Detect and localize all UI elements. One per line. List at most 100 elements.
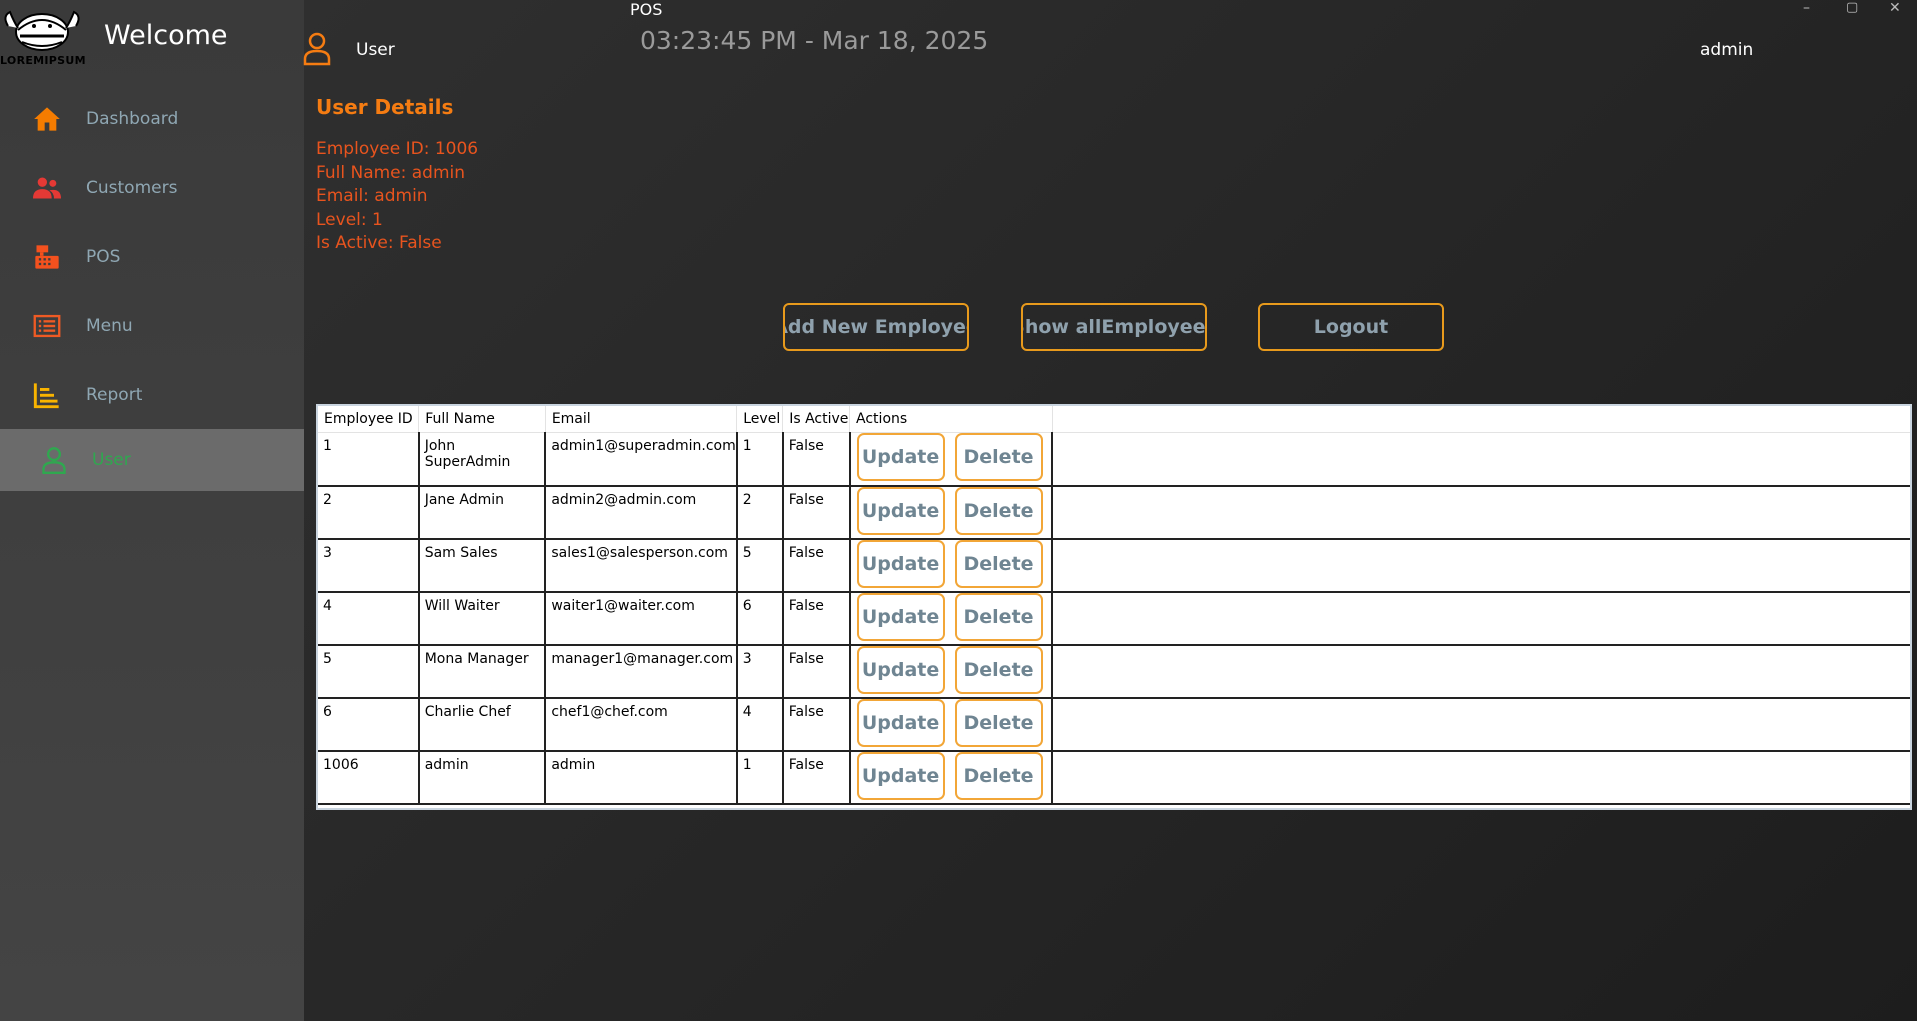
cell-actions: Update Delete — [849, 591, 1054, 646]
update-button[interactable]: Update — [856, 539, 945, 588]
detail-email: Email: admin — [316, 186, 428, 206]
cell-filler — [1052, 538, 1910, 593]
delete-button[interactable]: Delete — [954, 592, 1043, 641]
table-row[interactable]: 1006 admin admin 1 False Update Delete — [318, 750, 1910, 805]
table-row[interactable]: 3 Sam Sales sales1@salesperson.com 5 False Up… — [318, 538, 1910, 593]
cell-actions: Update Delete — [849, 750, 1054, 805]
delete-button[interactable]: Delete — [954, 698, 1043, 747]
table-row[interactable]: 4 Will Waiter waiter1@waiter.com 6 False Upda… — [318, 591, 1910, 646]
cell-level: 6 — [736, 591, 784, 646]
update-button[interactable]: Update — [856, 751, 945, 800]
detail-is-active: Is Active: False — [316, 233, 442, 253]
cell-employee-id: 1006 — [318, 750, 420, 805]
sidebar-item-menu[interactable]: Menu — [0, 291, 304, 360]
cell-actions: Update Delete — [849, 538, 1054, 593]
current-user-label: admin — [1700, 40, 1754, 60]
cash-register-icon — [35, 244, 59, 269]
list-icon — [33, 314, 61, 337]
detail-employee-id: Employee ID: 1006 — [316, 139, 479, 159]
sidebar-item-report[interactable]: Report — [0, 360, 304, 429]
delete-button[interactable]: Delete — [954, 751, 1043, 800]
clock-display: 03:23:45 PM - Mar 18, 2025 — [640, 26, 989, 55]
update-button[interactable]: Update — [856, 592, 945, 641]
cell-employee-id: 3 — [318, 538, 420, 593]
cell-email: admin1@superadmin.com — [545, 432, 738, 487]
logout-button[interactable]: Logout — [1258, 303, 1444, 351]
cell-full-name: admin — [418, 750, 547, 805]
cell-is-active: False — [782, 697, 851, 752]
update-button[interactable]: Update — [856, 698, 945, 747]
cell-filler — [1052, 697, 1910, 752]
cell-employee-id: 1 — [318, 432, 420, 487]
cell-employee-id: 6 — [318, 697, 420, 752]
update-button[interactable]: Update — [856, 645, 945, 694]
cell-level: 1 — [736, 750, 784, 805]
cell-full-name: John SuperAdmin — [418, 432, 547, 487]
cell-level: 2 — [736, 485, 784, 540]
show-all-employees-button[interactable]: Show allEmployees — [1021, 303, 1207, 351]
cell-employee-id: 4 — [318, 591, 420, 646]
close-button[interactable]: ✕ — [1889, 0, 1901, 16]
user-details: Employee ID: 1006 Full Name: admin Email… — [316, 138, 478, 256]
table-row[interactable]: 6 Charlie Chef chef1@chef.com 4 False Update D… — [318, 697, 1910, 752]
detail-level: Level: 1 — [316, 209, 383, 230]
maximize-button[interactable]: ▢ — [1846, 0, 1858, 15]
cell-is-active: False — [782, 644, 851, 699]
delete-button[interactable]: Delete — [954, 486, 1043, 535]
cell-full-name: Charlie Chef — [418, 697, 547, 752]
employees-table: Employee ID Full Name Email Level Is Act… — [316, 404, 1912, 810]
cell-is-active: False — [782, 538, 851, 593]
window-title: POS — [630, 0, 663, 19]
add-employee-button[interactable]: Add New Employee — [783, 303, 969, 351]
sidebar-item-label: Dashboard — [86, 108, 179, 129]
sidebar-nav: Dashboard Customers POS Menu Report User — [0, 84, 304, 491]
cell-full-name: Sam Sales — [418, 538, 547, 593]
table-row[interactable]: 5 Mona Manager manager1@manager.com 3 False U… — [318, 644, 1910, 699]
cell-employee-id: 5 — [318, 644, 420, 699]
sidebar-item-label: Report — [86, 384, 143, 405]
cell-actions: Update Delete — [849, 485, 1054, 540]
column-header-employee-id[interactable]: Employee ID — [318, 406, 420, 433]
cell-level: 4 — [736, 697, 784, 752]
cell-level: 1 — [736, 432, 784, 487]
chart-icon — [33, 382, 59, 408]
cell-actions: Update Delete — [849, 644, 1054, 699]
cell-is-active: False — [782, 591, 851, 646]
sidebar-item-dashboard[interactable]: Dashboard — [0, 84, 304, 153]
cell-email: sales1@salesperson.com — [545, 538, 738, 593]
cell-email: manager1@manager.com — [545, 644, 738, 699]
cell-filler — [1052, 644, 1910, 699]
column-header-actions[interactable]: Actions — [849, 406, 1053, 433]
cell-filler — [1052, 432, 1910, 487]
minimize-button[interactable]: – — [1803, 0, 1810, 16]
table-header-row: Employee ID Full Name Email Level Is Act… — [318, 406, 1910, 433]
cell-filler — [1052, 591, 1910, 646]
cell-filler — [1052, 750, 1910, 805]
cell-is-active: False — [782, 432, 851, 487]
sidebar-item-pos[interactable]: POS — [0, 222, 304, 291]
delete-button[interactable]: Delete — [954, 645, 1043, 694]
column-header-email[interactable]: Email — [545, 406, 738, 433]
column-header-is-active[interactable]: Is Active — [782, 406, 851, 433]
cell-is-active: False — [782, 485, 851, 540]
sidebar-item-customers[interactable]: Customers — [0, 153, 304, 222]
cell-filler — [1052, 485, 1910, 540]
update-button[interactable]: Update — [856, 433, 945, 481]
column-header-full-name[interactable]: Full Name — [418, 406, 546, 433]
sidebar-item-user[interactable]: User — [0, 429, 304, 491]
cell-full-name: Mona Manager — [418, 644, 547, 699]
cell-is-active: False — [782, 750, 851, 805]
delete-button[interactable]: Delete — [954, 433, 1043, 481]
cell-employee-id: 2 — [318, 485, 420, 540]
delete-button[interactable]: Delete — [954, 539, 1043, 588]
sidebar: LOREMIPSUM Welcome Dashboard Customers P… — [0, 0, 304, 1021]
users-icon — [33, 177, 61, 198]
user-icon — [303, 32, 331, 66]
welcome-title: Welcome — [104, 20, 228, 51]
column-header-level[interactable]: Level — [736, 406, 784, 433]
cell-email: chef1@chef.com — [545, 697, 738, 752]
update-button[interactable]: Update — [856, 486, 945, 535]
table-row[interactable]: 1 John SuperAdmin admin1@superadmin.com 1 Fa… — [318, 432, 1910, 487]
detail-full-name: Full Name: admin — [316, 162, 466, 183]
table-row[interactable]: 2 Jane Admin admin2@admin.com 2 False Update D… — [318, 485, 1910, 540]
